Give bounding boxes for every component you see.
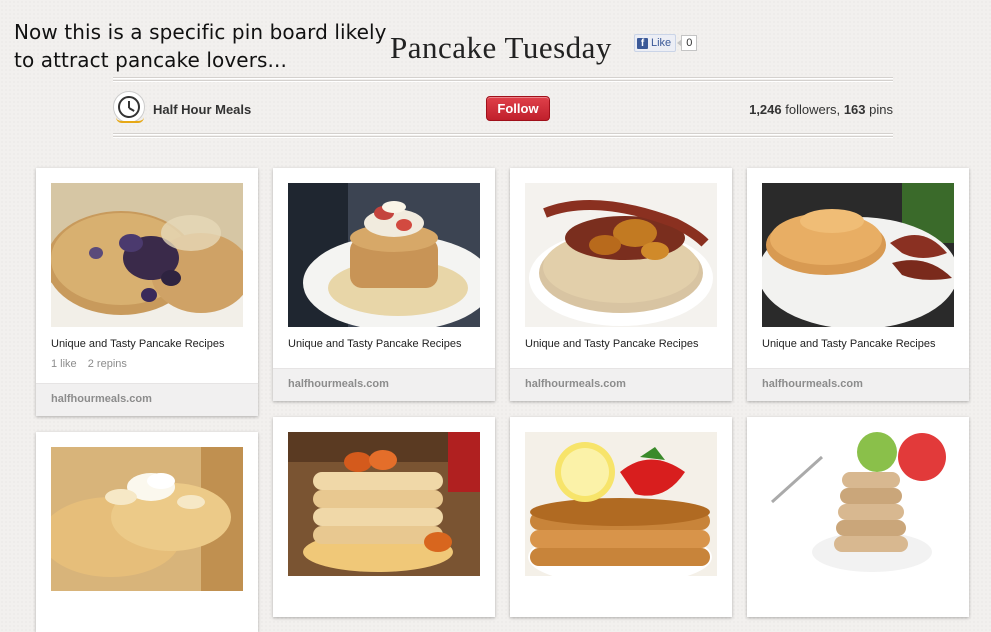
pin-image[interactable] — [762, 183, 954, 327]
annotation-caption: Now this is a specific pin board likely … — [14, 18, 394, 74]
avatar[interactable] — [113, 91, 145, 123]
facebook-like-button[interactable]: f Like — [634, 34, 677, 52]
pin-card[interactable] — [510, 417, 732, 617]
pin-source-link[interactable]: halfhourmeals.com — [525, 378, 626, 390]
pin-image[interactable] — [525, 183, 717, 327]
pin-footer: halfhourmeals.com — [273, 368, 495, 401]
pins-label: pins — [869, 102, 893, 117]
pin-footer: halfhourmeals.com — [510, 368, 732, 401]
followers-count: 1,246 — [749, 102, 782, 117]
pin-image[interactable] — [51, 183, 243, 327]
pin-card[interactable] — [36, 432, 258, 632]
pin-image[interactable] — [288, 432, 480, 576]
pin-card[interactable] — [273, 417, 495, 617]
pins-count: 163 — [843, 102, 866, 117]
board-header-bar: Half Hour Meals Follow 1,246 followers, … — [113, 88, 893, 128]
pin-description: Unique and Tasty Pancake Recipes — [51, 338, 225, 350]
pin-image[interactable] — [288, 183, 480, 327]
pin-image[interactable] — [51, 447, 243, 591]
facebook-like-label: Like — [651, 37, 672, 49]
board-owner-name[interactable]: Half Hour Meals — [153, 102, 251, 117]
followers-label: followers, — [785, 102, 841, 117]
pin-card[interactable]: Unique and Tasty Pancake Recipes halfhou… — [747, 168, 969, 401]
pin-card[interactable]: Unique and Tasty Pancake Recipes halfhou… — [273, 168, 495, 401]
pin-image[interactable] — [525, 432, 717, 576]
pin-source-link[interactable]: halfhourmeals.com — [288, 378, 389, 390]
follow-button[interactable]: Follow — [486, 96, 550, 121]
divider — [113, 136, 893, 138]
pin-repins[interactable]: 2 repins — [88, 358, 127, 370]
pin-description: Unique and Tasty Pancake Recipes — [288, 338, 462, 350]
divider — [113, 80, 893, 82]
pin-footer: halfhourmeals.com — [747, 368, 969, 401]
pin-stats: 1 like 2 repins — [51, 358, 127, 370]
divider — [113, 77, 893, 79]
annotation-line-2: to attract pancake lovers... — [14, 48, 287, 72]
facebook-like-count: 0 — [677, 35, 698, 51]
board-stats: 1,246 followers, 163 pins — [749, 102, 893, 117]
pin-source-link[interactable]: halfhourmeals.com — [51, 393, 152, 405]
pin-likes[interactable]: 1 like — [51, 358, 77, 370]
pin-description: Unique and Tasty Pancake Recipes — [525, 338, 699, 350]
board-title: Pancake Tuesday — [390, 30, 612, 65]
facebook-logo-icon: f — [637, 37, 648, 49]
pin-description: Unique and Tasty Pancake Recipes — [762, 338, 936, 350]
pin-footer: halfhourmeals.com — [36, 383, 258, 416]
annotation-line-1: Now this is a specific pin board likely — [14, 20, 387, 44]
pin-source-link[interactable]: halfhourmeals.com — [762, 378, 863, 390]
pin-card[interactable]: Unique and Tasty Pancake Recipes 1 like … — [36, 168, 258, 416]
divider — [113, 133, 893, 135]
pin-image[interactable] — [762, 432, 954, 576]
facebook-like-widget[interactable]: f Like 0 — [634, 34, 698, 52]
pin-card[interactable]: Unique and Tasty Pancake Recipes halfhou… — [510, 168, 732, 401]
pin-card[interactable] — [747, 417, 969, 617]
